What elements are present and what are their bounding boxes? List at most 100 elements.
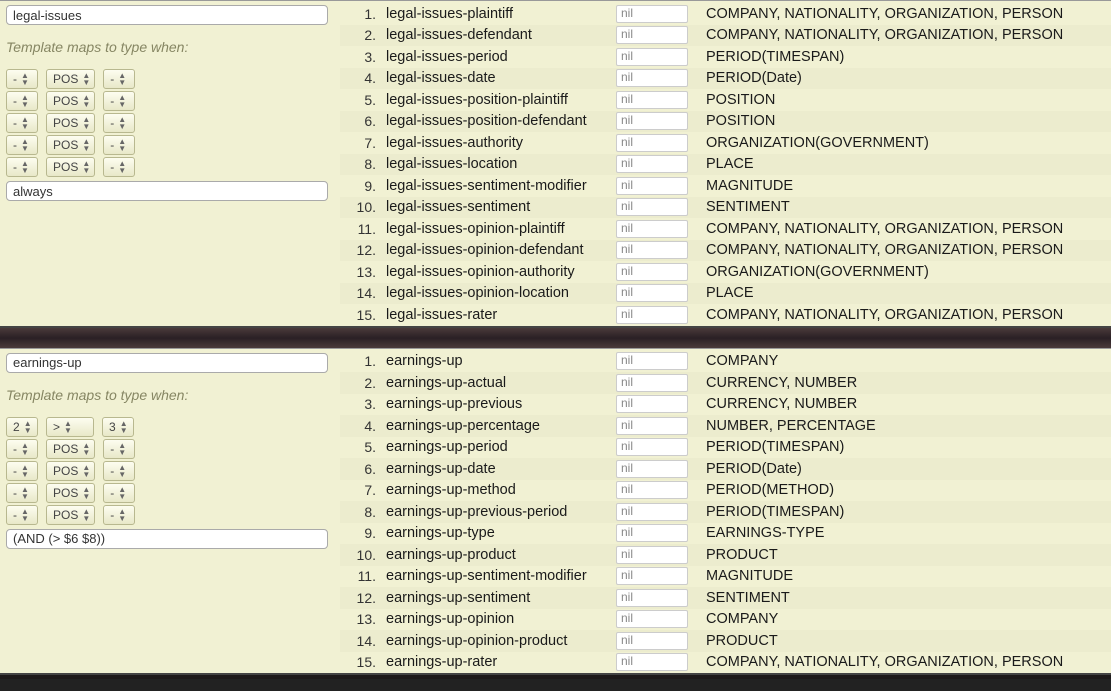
slot-type: EARNINGS-TYPE — [706, 525, 1111, 541]
slot-name: earnings-up-opinion — [386, 611, 616, 627]
rule-c-select[interactable]: -▲▼ — [103, 113, 135, 133]
rule-a-select[interactable]: -▲▼ — [6, 461, 38, 481]
slot-default-input[interactable]: nil — [616, 241, 688, 259]
rule-c-select[interactable]: -▲▼ — [103, 91, 135, 111]
slot-default-input[interactable]: nil — [616, 91, 688, 109]
slot-default-input[interactable]: nil — [616, 112, 688, 130]
template-expr-input[interactable] — [6, 181, 328, 201]
slot-default-input[interactable]: nil — [616, 26, 688, 44]
rule-b-select[interactable]: POS▲▼ — [46, 135, 95, 155]
slot-default-input[interactable]: nil — [616, 395, 688, 413]
slot-row: 2.earnings-up-actualnilCURRENCY, NUMBER — [340, 372, 1111, 394]
slot-index: 1. — [340, 6, 386, 22]
slot-default-input[interactable]: nil — [616, 481, 688, 499]
rule-b-select[interactable]: POS▲▼ — [46, 157, 95, 177]
slot-default-input[interactable]: nil — [616, 220, 688, 238]
slot-default-input[interactable]: nil — [616, 284, 688, 302]
rule-a-select[interactable]: -▲▼ — [6, 483, 38, 503]
slot-index: 11. — [340, 221, 386, 237]
template-expr-input[interactable] — [6, 529, 328, 549]
select-value: - — [13, 486, 17, 500]
slot-default-input[interactable]: nil — [616, 653, 688, 671]
slot-index: 14. — [340, 285, 386, 301]
slot-default-input[interactable]: nil — [616, 5, 688, 23]
slot-default-input[interactable]: nil — [616, 503, 688, 521]
stepper-arrows-icon: ▲▼ — [82, 464, 90, 478]
rule-b-select[interactable]: POS▲▼ — [46, 505, 95, 525]
slot-default-input[interactable]: nil — [616, 306, 688, 324]
slot-default-input[interactable]: nil — [616, 438, 688, 456]
rule-a-select[interactable]: -▲▼ — [6, 157, 38, 177]
slot-row: 8.earnings-up-previous-periodnilPERIOD(T… — [340, 501, 1111, 523]
slot-default-input[interactable]: nil — [616, 69, 688, 87]
slot-default-cell: nil — [616, 26, 706, 44]
rule-b-select[interactable]: POS▲▼ — [46, 439, 95, 459]
slot-default-input[interactable]: nil — [616, 198, 688, 216]
slot-row: 15.legal-issues-raternilCOMPANY, NATIONA… — [340, 304, 1111, 326]
slot-default-input[interactable]: nil — [616, 567, 688, 585]
slot-default-input[interactable]: nil — [616, 524, 688, 542]
rule-b-select[interactable]: POS▲▼ — [46, 91, 95, 111]
slot-type: COMPANY, NATIONALITY, ORGANIZATION, PERS… — [706, 6, 1111, 22]
rule-a-select[interactable]: -▲▼ — [6, 113, 38, 133]
rule-c-select[interactable]: -▲▼ — [103, 157, 135, 177]
template-name-input[interactable] — [6, 353, 328, 373]
rule-a-select[interactable]: -▲▼ — [6, 91, 38, 111]
slot-default-cell: nil — [616, 155, 706, 173]
slot-index: 10. — [340, 199, 386, 215]
select-value: - — [110, 508, 114, 522]
slot-default-input[interactable]: nil — [616, 374, 688, 392]
rule-c-select[interactable]: -▲▼ — [103, 483, 135, 503]
slot-row: 3.earnings-up-previousnilCURRENCY, NUMBE… — [340, 394, 1111, 416]
rule-b-select[interactable]: POS▲▼ — [46, 483, 95, 503]
slot-type: COMPANY, NATIONALITY, ORGANIZATION, PERS… — [706, 242, 1111, 258]
select-value: - — [13, 508, 17, 522]
select-value: - — [13, 160, 17, 174]
rule-c-select[interactable]: -▲▼ — [103, 69, 135, 89]
rule-b-select[interactable]: >▲▼ — [46, 417, 94, 437]
slot-default-input[interactable]: nil — [616, 632, 688, 650]
rule-a-select[interactable]: -▲▼ — [6, 135, 38, 155]
slot-default-input[interactable]: nil — [616, 48, 688, 66]
rule-b-select[interactable]: POS▲▼ — [46, 461, 95, 481]
rule-a-select[interactable]: 2▲▼ — [6, 417, 38, 437]
rule-c-select[interactable]: -▲▼ — [103, 505, 135, 525]
rule-a-select[interactable]: -▲▼ — [6, 505, 38, 525]
rule-b-select[interactable]: POS▲▼ — [46, 113, 95, 133]
rule-a-select[interactable]: -▲▼ — [6, 69, 38, 89]
slot-default-input[interactable]: nil — [616, 610, 688, 628]
rule-c-select[interactable]: -▲▼ — [103, 135, 135, 155]
slot-name: legal-issues-sentiment-modifier — [386, 178, 616, 194]
template-name-input[interactable] — [6, 5, 328, 25]
slot-name: earnings-up-sentiment — [386, 590, 616, 606]
rule-c-select[interactable]: 3▲▼ — [102, 417, 134, 437]
rule-row: -▲▼ POS▲▼ -▲▼ — [6, 113, 334, 133]
slot-default-input[interactable]: nil — [616, 134, 688, 152]
select-value: POS — [53, 94, 78, 108]
slot-default-input[interactable]: nil — [616, 263, 688, 281]
stepper-arrows-icon: ▲▼ — [82, 442, 90, 456]
rule-b-select[interactable]: POS▲▼ — [46, 69, 95, 89]
slot-default-input[interactable]: nil — [616, 546, 688, 564]
slot-row: 10.earnings-up-productnilPRODUCT — [340, 544, 1111, 566]
slot-default-cell: nil — [616, 352, 706, 370]
slot-type: PLACE — [706, 285, 1111, 301]
select-value: - — [110, 464, 114, 478]
slot-type: CURRENCY, NUMBER — [706, 375, 1111, 391]
slot-default-input[interactable]: nil — [616, 460, 688, 478]
rule-c-select[interactable]: -▲▼ — [103, 439, 135, 459]
slot-default-input[interactable]: nil — [616, 177, 688, 195]
select-value: 2 — [13, 420, 20, 434]
rule-a-select[interactable]: -▲▼ — [6, 439, 38, 459]
slot-default-input[interactable]: nil — [616, 417, 688, 435]
slot-type: PERIOD(Date) — [706, 70, 1111, 86]
rule-c-select[interactable]: -▲▼ — [103, 461, 135, 481]
slot-default-cell: nil — [616, 241, 706, 259]
slot-row: 5.earnings-up-periodnilPERIOD(TIMESPAN) — [340, 437, 1111, 459]
slot-name: legal-issues-opinion-authority — [386, 264, 616, 280]
slot-default-input[interactable]: nil — [616, 155, 688, 173]
rule-row: -▲▼POS▲▼-▲▼ — [6, 461, 334, 481]
slot-default-input[interactable]: nil — [616, 589, 688, 607]
slot-name: earnings-up-rater — [386, 654, 616, 670]
slot-default-input[interactable]: nil — [616, 352, 688, 370]
